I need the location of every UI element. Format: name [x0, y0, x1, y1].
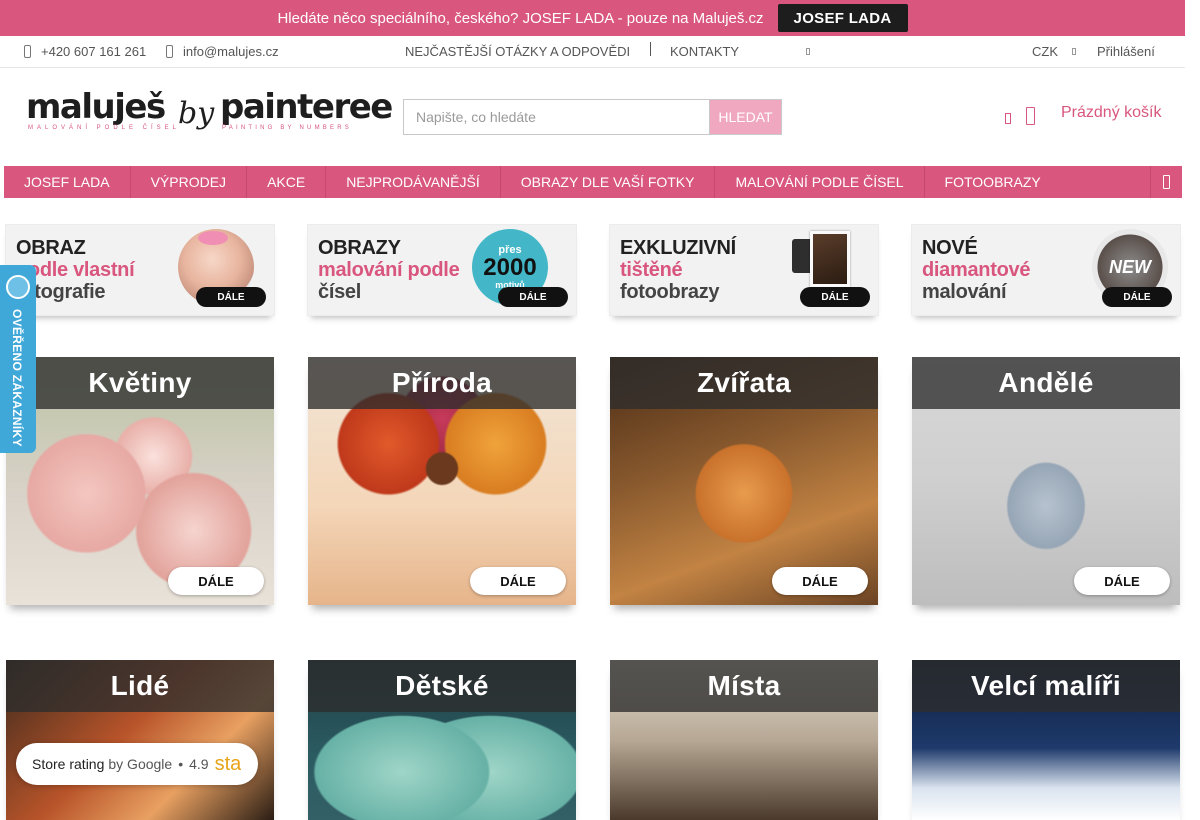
- category-title: Místa: [610, 660, 878, 712]
- banner-more-button[interactable]: DÁLE: [196, 287, 266, 307]
- banner-line-1: OBRAZY: [318, 237, 401, 259]
- banner-line-1: EXKLUZIVNÍ: [620, 237, 736, 259]
- category-title: Květiny: [6, 357, 274, 409]
- chevron-down-icon: [1072, 48, 1076, 55]
- email-address: info@malujes.cz: [183, 44, 279, 59]
- banner-more-button[interactable]: DÁLE: [1102, 287, 1172, 307]
- nav-akce[interactable]: AKCE: [247, 166, 327, 198]
- announcement-text: Hledáte něco speciálního, českého? JOSEF…: [277, 9, 764, 27]
- category-velci-malири[interactable]: Velcí malíři: [912, 660, 1180, 820]
- nav-obrazy-dle-fotky[interactable]: OBRAZY DLE VAŠÍ FOTKY: [501, 166, 716, 198]
- category-title: Zvířata: [610, 357, 878, 409]
- logo-painteree-tagline: PAINTING BY NUMBERS: [222, 125, 352, 131]
- banner-line-2: malování podle: [318, 259, 460, 281]
- site-logo[interactable]: maluješ MALOVÁNÍ PODLE ČÍSEL by paintere…: [26, 87, 393, 140]
- nav-vyprodej[interactable]: VÝPRODEJ: [131, 166, 248, 198]
- banner-line-3: čísel: [318, 281, 361, 303]
- currency-selector[interactable]: CZK: [1032, 36, 1076, 67]
- announcement-bar: Hledáte něco speciálního, českého? JOSEF…: [0, 0, 1185, 36]
- category-title: Příroda: [308, 357, 576, 409]
- category-zvirata[interactable]: Zvířata DÁLE: [610, 357, 878, 605]
- heureka-seal-icon: [6, 275, 30, 299]
- category-detske[interactable]: Dětské: [308, 660, 576, 820]
- category-title: Andělé: [912, 357, 1180, 409]
- category-andele[interactable]: Andělé DÁLE: [912, 357, 1180, 605]
- logo-malujes-tagline: MALOVÁNÍ PODLE ČÍSEL: [28, 125, 181, 131]
- category-lide[interactable]: Lidé: [6, 660, 274, 820]
- banner-line-2: diamantové: [922, 259, 1031, 281]
- language-icon[interactable]: [806, 48, 810, 55]
- mail-icon: [166, 45, 173, 58]
- banner-diamond-painting[interactable]: NEW NOVÉ diamantové malování DÁLE: [911, 224, 1181, 316]
- rating-score: 4.9: [189, 756, 209, 772]
- nav-fotoobrazy[interactable]: FOTOOBRAZY: [925, 166, 1061, 198]
- wishlist-icon[interactable]: [1005, 113, 1011, 124]
- category-title: Velcí malíři: [912, 660, 1180, 712]
- banner-printed-photos[interactable]: EXKLUZIVNÍ tištěné fotoobrazy DÁLE: [609, 224, 879, 316]
- rating-label: Store rating: [32, 756, 105, 772]
- category-title: Lidé: [6, 660, 274, 712]
- banner-line-1: NOVÉ: [922, 237, 978, 259]
- faq-link[interactable]: NEJČASTĚJŠÍ OTÁZKY A ODPOVĚDI: [405, 36, 630, 67]
- login-link[interactable]: Přihlášení: [1097, 36, 1155, 67]
- menu-icon: [1163, 175, 1170, 189]
- star-icon: sta: [214, 752, 241, 775]
- category-priroda[interactable]: Příroda DÁLE: [308, 357, 576, 605]
- phone-icon: [24, 45, 31, 58]
- banner-line-3: fotoobrazy: [620, 281, 720, 303]
- banner-line-1: OBRAZ: [16, 237, 86, 259]
- google-store-rating[interactable]: Store rating by Google • 4.9 sta: [16, 743, 258, 785]
- contacts-link[interactable]: KONTAKTY: [670, 36, 739, 67]
- nav-more-button[interactable]: [1150, 166, 1182, 198]
- logo-malujes: maluješ: [26, 87, 166, 127]
- nav-malovani-podle-cisel[interactable]: MALOVÁNÍ PODLE ČÍSEL: [715, 166, 925, 198]
- logo-by: by: [178, 96, 215, 131]
- category-more-button[interactable]: DÁLE: [168, 567, 264, 595]
- rating-provider: by Google: [108, 756, 173, 772]
- email-contact[interactable]: info@malujes.cz: [166, 36, 279, 67]
- topbar-divider: [650, 42, 651, 56]
- banner-paint-by-numbers[interactable]: přes 2000 motivů OBRAZY malování podle č…: [307, 224, 577, 316]
- rating-separator: •: [178, 756, 184, 772]
- josef-lada-promo-button[interactable]: JOSEF LADA: [777, 4, 908, 32]
- logo-painteree: painteree: [220, 87, 393, 127]
- banner-more-button[interactable]: DÁLE: [800, 287, 870, 307]
- verified-by-customers-badge[interactable]: OVĚŘENO ZÁKAZNÍKY: [0, 265, 36, 453]
- category-title: Dětské: [308, 660, 576, 712]
- category-kvetiny[interactable]: Květiny DÁLE: [6, 357, 274, 605]
- nav-nejprodavanejsi[interactable]: NEJPRODÁVANĚJŠÍ: [326, 166, 501, 198]
- currency-value: CZK: [1032, 44, 1058, 59]
- banner-line-2: tištěné: [620, 259, 683, 281]
- search-button[interactable]: HLEDAT: [709, 99, 782, 135]
- cart-label[interactable]: Prázdný košík: [1061, 104, 1161, 122]
- framed-photo-image: [810, 231, 850, 287]
- category-more-button[interactable]: DÁLE: [772, 567, 868, 595]
- verified-badge-text: OVĚŘENO ZÁKAZNÍKY: [10, 309, 24, 447]
- nav-josef-lada[interactable]: JOSEF LADA: [4, 166, 131, 198]
- banner-custom-photo[interactable]: OBRAZ podle vlastní fotografie DÁLE: [5, 224, 275, 316]
- top-info-bar: +420 607 161 261 info@malujes.cz NEJČAST…: [0, 36, 1185, 68]
- category-more-button[interactable]: DÁLE: [1074, 567, 1170, 595]
- category-mista[interactable]: Místa: [610, 660, 878, 820]
- main-nav: JOSEF LADA VÝPRODEJ AKCE NEJPRODÁVANĚJŠÍ…: [4, 166, 1182, 198]
- badge-number: 2000: [483, 254, 537, 281]
- category-more-button[interactable]: DÁLE: [470, 567, 566, 595]
- phone-contact[interactable]: +420 607 161 261: [24, 36, 146, 67]
- bow-decoration: [198, 231, 228, 245]
- banner-line-3: malování: [922, 281, 1007, 303]
- banner-more-button[interactable]: DÁLE: [498, 287, 568, 307]
- phone-number: +420 607 161 261: [41, 44, 147, 59]
- cart-icon[interactable]: [1026, 107, 1035, 125]
- search-input[interactable]: [403, 99, 709, 135]
